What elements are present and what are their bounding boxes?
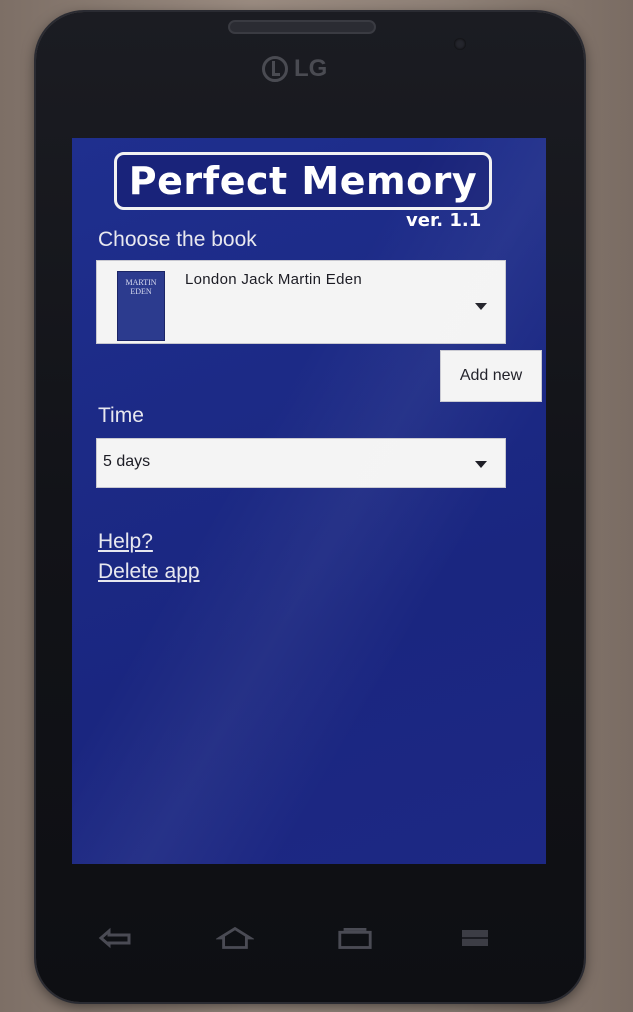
selected-time-value: 5 days bbox=[103, 453, 151, 470]
lg-logo-icon bbox=[262, 56, 288, 82]
phone-body: LG Perfect Memory ver. 1.1 Choose the bo… bbox=[36, 12, 584, 1002]
home-icon[interactable] bbox=[216, 924, 254, 952]
book-select-dropdown[interactable]: MARTIN EDEN London Jack Martin Eden bbox=[96, 260, 506, 344]
front-camera bbox=[454, 38, 466, 50]
app-title: Perfect Memory bbox=[128, 159, 478, 203]
earpiece-speaker bbox=[228, 20, 376, 34]
menu-icon[interactable] bbox=[456, 924, 494, 952]
choose-book-label: Choose the book bbox=[98, 228, 257, 251]
book-cover-text: MARTIN EDEN bbox=[125, 278, 157, 296]
app-screen: Perfect Memory ver. 1.1 Choose the book … bbox=[72, 138, 546, 864]
android-nav-bar bbox=[96, 918, 524, 962]
back-icon[interactable] bbox=[96, 924, 134, 952]
add-new-label: Add new bbox=[459, 367, 523, 384]
book-cover-image: MARTIN EDEN bbox=[117, 271, 165, 341]
help-link[interactable]: Help? bbox=[98, 530, 153, 554]
app-version: ver. 1.1 bbox=[406, 210, 482, 231]
delete-app-link[interactable]: Delete app bbox=[98, 560, 200, 584]
brand-name: LG bbox=[294, 55, 328, 82]
add-new-book-button[interactable]: Add new bbox=[440, 350, 542, 402]
chevron-down-icon bbox=[475, 461, 487, 468]
recent-apps-icon[interactable] bbox=[336, 924, 374, 952]
brand-logo: LG bbox=[262, 54, 327, 84]
selected-book-title: London Jack Martin Eden bbox=[185, 271, 363, 288]
chevron-down-icon bbox=[475, 303, 487, 310]
time-label: Time bbox=[98, 404, 144, 427]
app-title-banner: Perfect Memory bbox=[114, 152, 492, 210]
time-select-dropdown[interactable]: 5 days bbox=[96, 438, 506, 488]
